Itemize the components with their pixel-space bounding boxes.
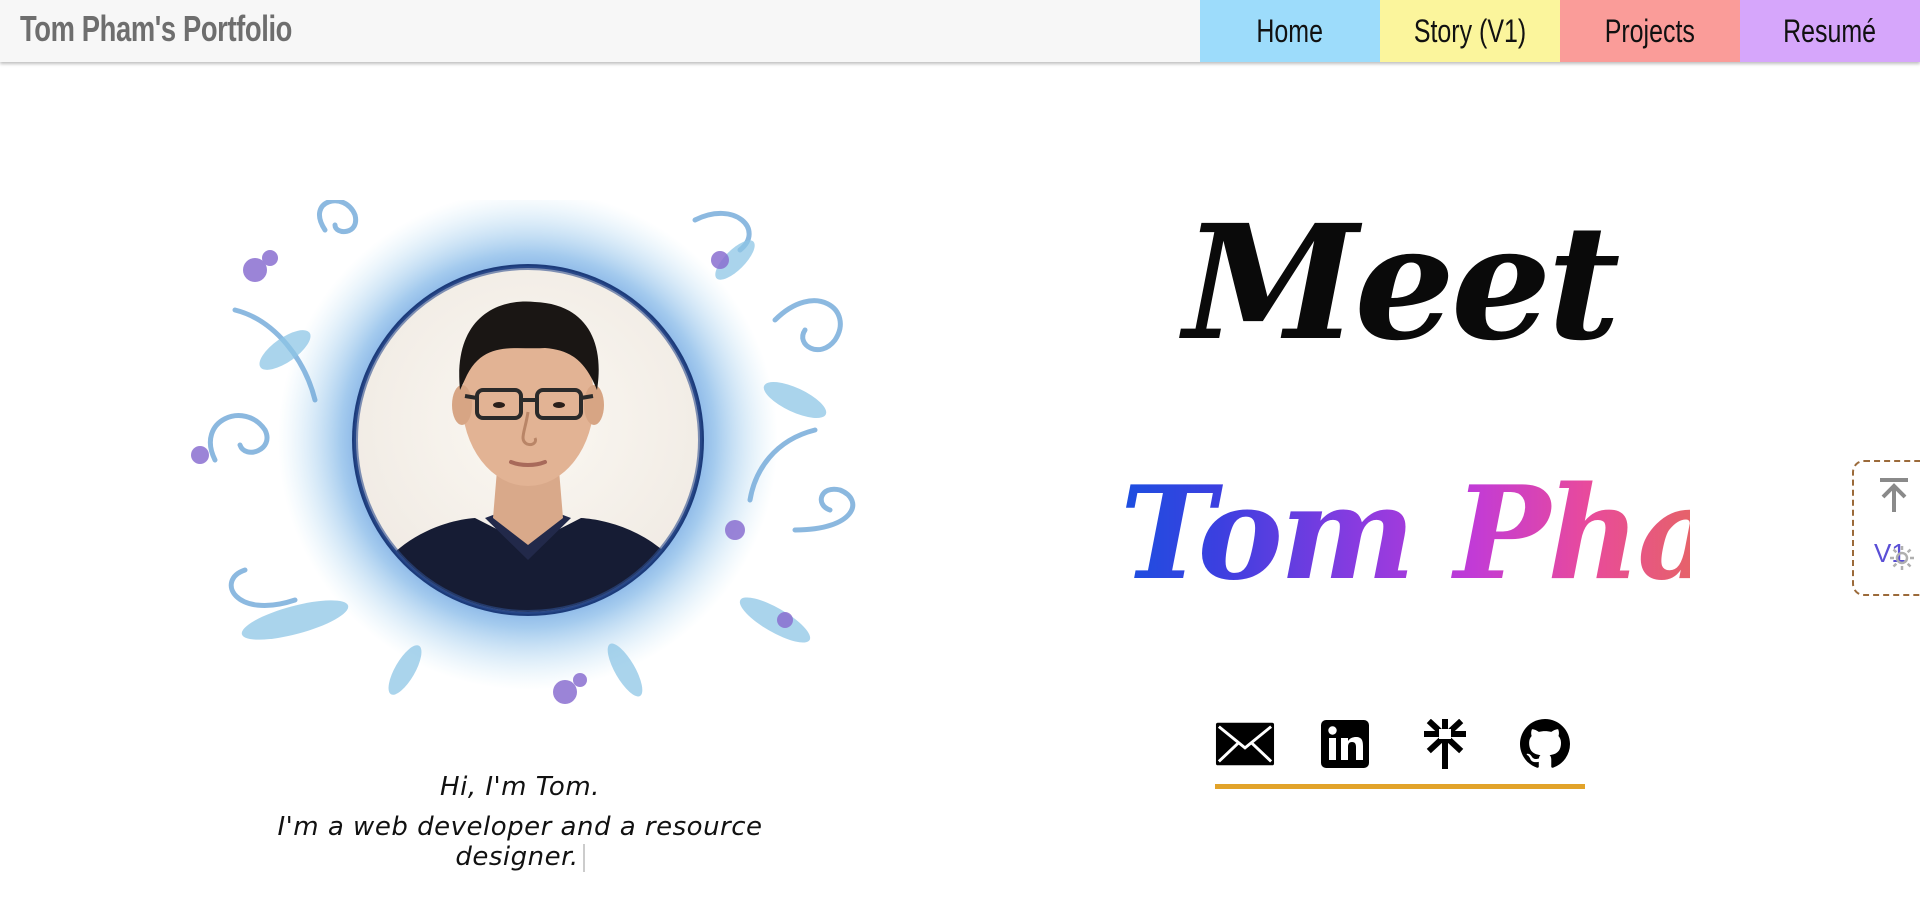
main-nav: Home Story (V1) Projects Resumé (1200, 0, 1920, 62)
nav-home-label: Home (1256, 12, 1324, 49)
profile-portrait (175, 200, 865, 720)
floating-toolbar: V1 (1852, 460, 1920, 596)
nav-projects[interactable]: Projects (1560, 0, 1740, 62)
github-icon (1520, 719, 1570, 768)
floral-frame-illustration (191, 200, 856, 704)
nav-resume-label: Resumé (1783, 12, 1877, 49)
nav-story-label: Story (V1) (1413, 12, 1527, 49)
mail-link[interactable] (1215, 718, 1275, 770)
tagline-text: I'm a web developer and a resource desig… (277, 812, 763, 872)
top-navbar: Tom Pham's Portfolio Home Story (V1) Pro… (0, 0, 1920, 62)
nav-story[interactable]: Story (V1) (1380, 0, 1560, 62)
gear-icon (1890, 546, 1914, 570)
name-heading: Tom Pham (1120, 459, 1853, 609)
linkedin-icon (1321, 720, 1369, 768)
tagline-line: I'm a web developer and a resource desig… (230, 812, 810, 872)
social-links (1215, 718, 1585, 770)
meet-heading: Meet (1183, 191, 1621, 376)
typing-cursor (582, 843, 585, 872)
nav-resume[interactable]: Resumé (1740, 0, 1920, 62)
nav-projects-label: Projects (1604, 12, 1696, 49)
social-underline (1215, 784, 1585, 789)
nav-home[interactable]: Home (1200, 0, 1380, 62)
arrow-up-to-top-icon (1880, 478, 1908, 512)
scroll-to-top-button[interactable] (1874, 474, 1914, 514)
linkedin-link[interactable] (1315, 718, 1375, 770)
site-brand[interactable]: Tom Pham's Portfolio (20, 8, 292, 50)
linktree-link[interactable] (1415, 718, 1475, 770)
github-link[interactable] (1515, 718, 1575, 770)
mail-icon (1215, 722, 1275, 766)
linktree-icon (1424, 719, 1466, 769)
greeting-text: Hi, I'm Tom. (440, 772, 600, 802)
version-settings-button[interactable]: V1 (1874, 534, 1918, 578)
